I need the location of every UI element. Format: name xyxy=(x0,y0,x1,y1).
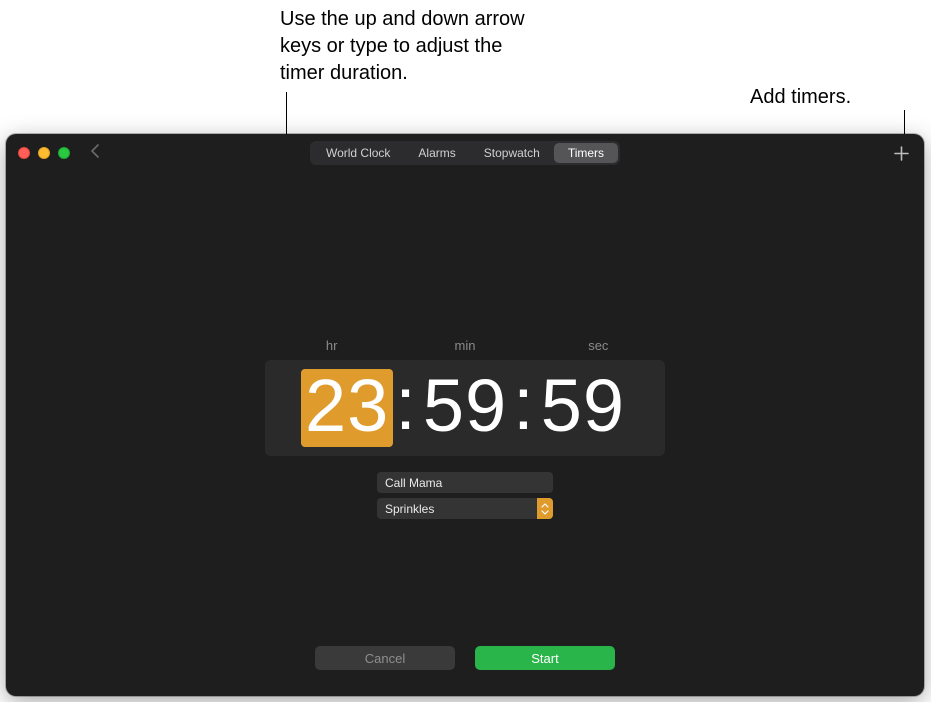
timer-label-value: Call Mama xyxy=(385,476,442,490)
label-sec: sec xyxy=(538,338,658,353)
annotation-duration: Use the up and down arrow keys or type t… xyxy=(280,6,550,87)
time-unit-labels: hr min sec xyxy=(265,338,665,353)
tab-world-clock[interactable]: World Clock xyxy=(312,143,404,163)
minimize-window-button[interactable] xyxy=(38,147,50,159)
close-window-button[interactable] xyxy=(18,147,30,159)
start-button[interactable]: Start xyxy=(475,646,615,670)
back-button[interactable] xyxy=(84,142,106,165)
timer-label-input[interactable]: Call Mama xyxy=(377,472,553,493)
hours-field[interactable]: 23 xyxy=(301,369,393,447)
fullscreen-window-button[interactable] xyxy=(58,147,70,159)
add-timer-button[interactable] xyxy=(890,142,912,164)
minutes-field[interactable]: 59 xyxy=(419,369,511,447)
label-min: min xyxy=(405,338,525,353)
cancel-button[interactable]: Cancel xyxy=(315,646,455,670)
clock-window: World Clock Alarms Stopwatch Timers hr m… xyxy=(6,134,924,696)
titlebar: World Clock Alarms Stopwatch Timers xyxy=(6,134,924,172)
tab-alarms[interactable]: Alarms xyxy=(404,143,469,163)
timer-sound-select[interactable]: Sprinkles xyxy=(377,498,553,519)
separator: : xyxy=(511,367,537,449)
tab-timers[interactable]: Timers xyxy=(554,143,618,163)
annotation-add: Add timers. xyxy=(750,84,890,111)
content-area: hr min sec 23 : 59 : 59 Call Mama Sprink… xyxy=(6,172,924,696)
action-buttons: Cancel Start xyxy=(315,646,615,670)
window-controls xyxy=(18,147,70,159)
mode-tabs: World Clock Alarms Stopwatch Timers xyxy=(310,141,620,165)
timer-sound-value: Sprinkles xyxy=(385,502,434,516)
timer-duration-picker[interactable]: 23 : 59 : 59 xyxy=(265,360,665,456)
separator: : xyxy=(393,367,419,449)
stepper-arrows-icon xyxy=(537,498,553,519)
tab-stopwatch[interactable]: Stopwatch xyxy=(470,143,554,163)
seconds-field[interactable]: 59 xyxy=(537,369,629,447)
label-hr: hr xyxy=(272,338,392,353)
